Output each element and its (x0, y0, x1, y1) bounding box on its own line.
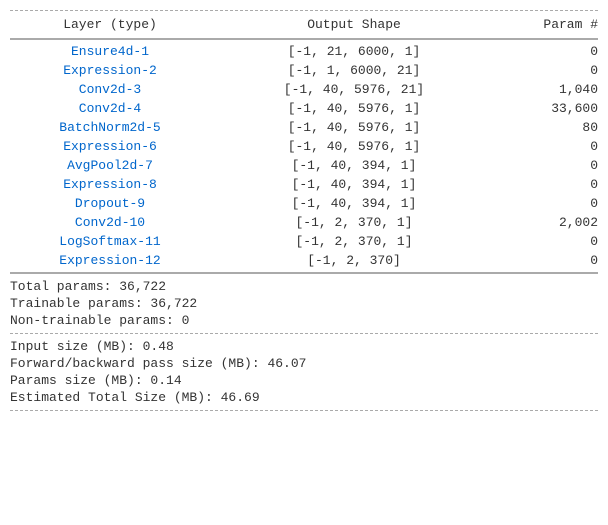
non-trainable-params: Non-trainable params: 0 (10, 312, 598, 329)
params-size: Params size (MB): 0.14 (10, 372, 598, 389)
table-row: Expression-8 [-1, 40, 394, 1] 0 (10, 175, 598, 194)
row-param: 2,002 (498, 215, 598, 230)
bottom-divider (10, 410, 598, 411)
row-layer: Expression-8 (10, 177, 210, 192)
table-row: Conv2d-10 [-1, 2, 370, 1] 2,002 (10, 213, 598, 232)
row-layer: BatchNorm2d-5 (10, 120, 210, 135)
row-shape: [-1, 40, 394, 1] (254, 196, 454, 211)
row-param: 0 (498, 158, 598, 173)
row-param: 0 (498, 139, 598, 154)
row-layer: Conv2d-4 (10, 101, 210, 116)
row-shape: [-1, 21, 6000, 1] (254, 44, 454, 59)
row-shape: [-1, 40, 394, 1] (254, 158, 454, 173)
row-layer: Expression-12 (10, 253, 210, 268)
table-row: BatchNorm2d-5 [-1, 40, 5976, 1] 80 (10, 118, 598, 137)
row-shape: [-1, 2, 370, 1] (254, 215, 454, 230)
model-summary-table: Layer (type) Output Shape Param # Ensure… (10, 10, 598, 411)
row-layer: Expression-2 (10, 63, 210, 78)
footer-divider (10, 272, 598, 274)
row-layer: Conv2d-10 (10, 215, 210, 230)
summary-divider (10, 333, 598, 334)
row-layer: LogSoftmax-11 (10, 234, 210, 249)
row-shape: [-1, 1, 6000, 21] (254, 63, 454, 78)
top-divider (10, 10, 598, 11)
row-layer: Expression-6 (10, 139, 210, 154)
trainable-params: Trainable params: 36,722 (10, 295, 598, 312)
table-row: Expression-2 [-1, 1, 6000, 21] 0 (10, 61, 598, 80)
table-header: Layer (type) Output Shape Param # (10, 13, 598, 36)
row-layer: Conv2d-3 (10, 82, 210, 97)
header-shape: Output Shape (254, 17, 454, 32)
table-row: Expression-6 [-1, 40, 5976, 1] 0 (10, 137, 598, 156)
table-row: Dropout-9 [-1, 40, 394, 1] 0 (10, 194, 598, 213)
row-shape: [-1, 40, 5976, 1] (254, 101, 454, 116)
header-divider (10, 38, 598, 40)
table-body: Ensure4d-1 [-1, 21, 6000, 1] 0 Expressio… (10, 42, 598, 270)
row-shape: [-1, 2, 370] (254, 253, 454, 268)
row-layer: Ensure4d-1 (10, 44, 210, 59)
summary-section: Total params: 36,722 Trainable params: 3… (10, 278, 598, 329)
row-layer: AvgPool2d-7 (10, 158, 210, 173)
row-shape: [-1, 2, 370, 1] (254, 234, 454, 249)
row-param: 0 (498, 253, 598, 268)
row-shape: [-1, 40, 5976, 1] (254, 139, 454, 154)
row-param: 0 (498, 234, 598, 249)
table-row: Ensure4d-1 [-1, 21, 6000, 1] 0 (10, 42, 598, 61)
row-param: 0 (498, 177, 598, 192)
table-row: Conv2d-3 [-1, 40, 5976, 21] 1,040 (10, 80, 598, 99)
row-param: 1,040 (498, 82, 598, 97)
row-param: 0 (498, 44, 598, 59)
table-row: AvgPool2d-7 [-1, 40, 394, 1] 0 (10, 156, 598, 175)
row-param: 80 (498, 120, 598, 135)
table-row: Expression-12 [-1, 2, 370] 0 (10, 251, 598, 270)
header-layer: Layer (type) (10, 17, 210, 32)
row-layer: Dropout-9 (10, 196, 210, 211)
total-size: Estimated Total Size (MB): 46.69 (10, 389, 598, 406)
info-section: Input size (MB): 0.48 Forward/backward p… (10, 338, 598, 406)
row-shape: [-1, 40, 394, 1] (254, 177, 454, 192)
fwd-bwd-size: Forward/backward pass size (MB): 46.07 (10, 355, 598, 372)
row-shape: [-1, 40, 5976, 21] (254, 82, 454, 97)
row-param: 0 (498, 196, 598, 211)
header-param: Param # (498, 17, 598, 32)
total-params: Total params: 36,722 (10, 278, 598, 295)
row-shape: [-1, 40, 5976, 1] (254, 120, 454, 135)
table-row: LogSoftmax-11 [-1, 2, 370, 1] 0 (10, 232, 598, 251)
row-param: 33,600 (498, 101, 598, 116)
table-row: Conv2d-4 [-1, 40, 5976, 1] 33,600 (10, 99, 598, 118)
row-param: 0 (498, 63, 598, 78)
input-size: Input size (MB): 0.48 (10, 338, 598, 355)
